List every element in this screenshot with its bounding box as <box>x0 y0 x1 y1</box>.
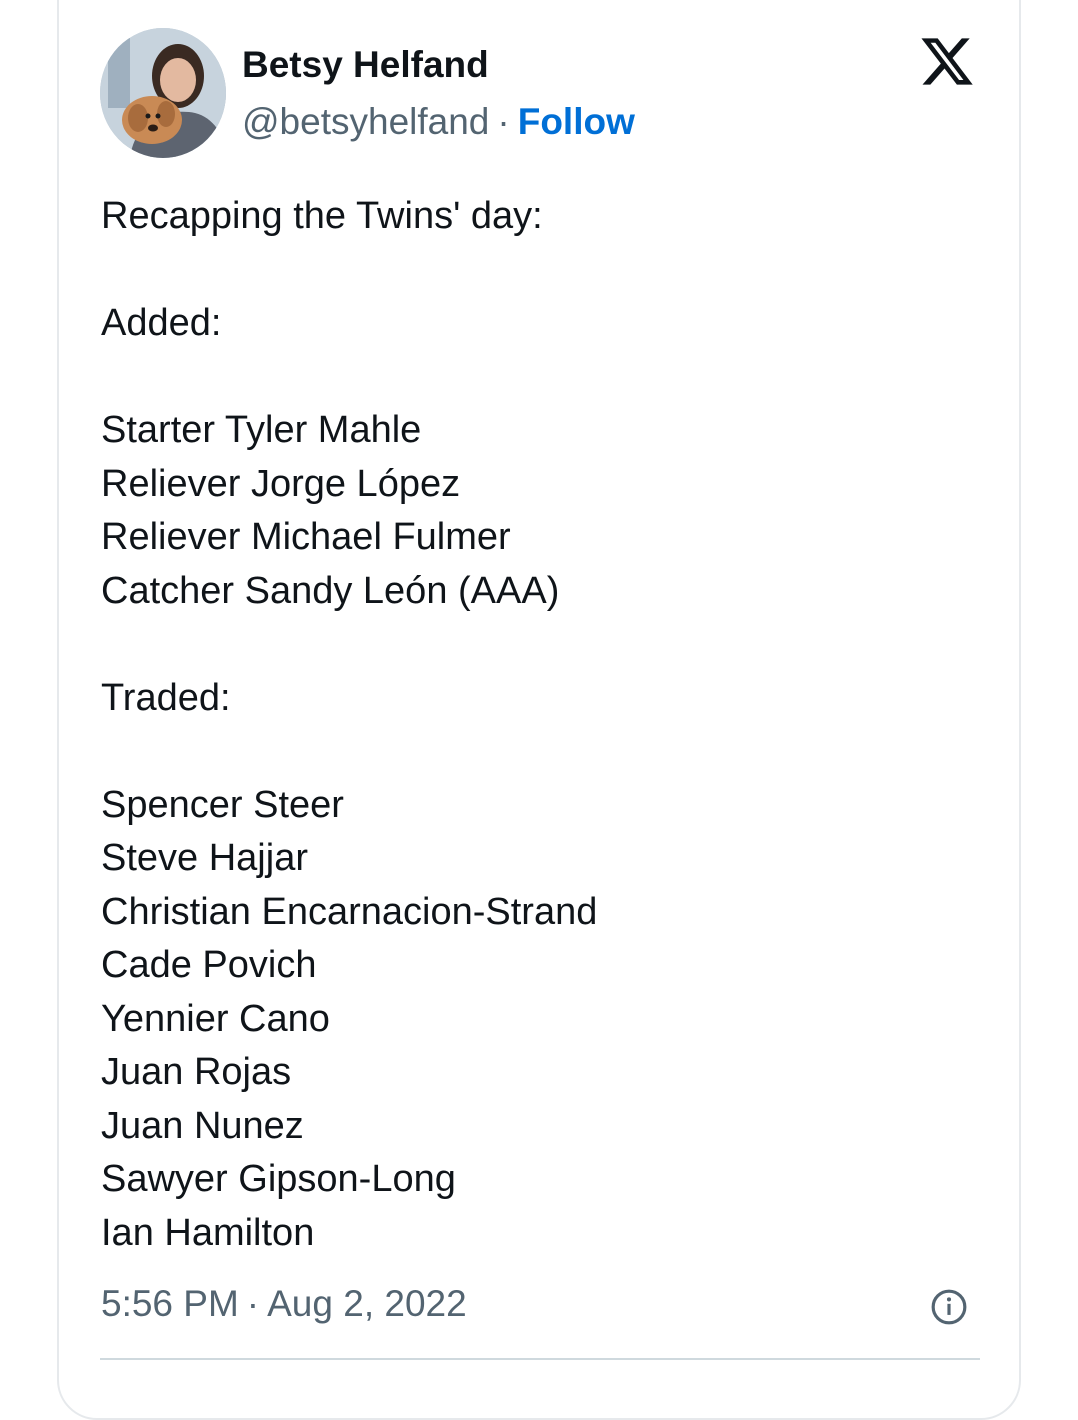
traded-item: Spencer Steer <box>101 783 344 826</box>
follow-button[interactable]: Follow <box>518 101 635 142</box>
author-name[interactable]: Betsy Helfand <box>242 44 489 86</box>
timestamp-separator: · <box>246 1283 260 1324</box>
tweet-text: Recapping the Twins' day: Added: Starter… <box>101 190 981 1260</box>
divider <box>100 1358 980 1360</box>
traded-item: Yennier Cano <box>101 997 330 1040</box>
traded-item: Juan Rojas <box>101 1051 292 1093</box>
traded-item: Cade Povich <box>101 944 317 986</box>
traded-item: Sawyer Gipson-Long <box>101 1158 456 1200</box>
tweet-intro: Recapping the Twins' day: <box>101 195 543 237</box>
info-circle-icon[interactable] <box>930 1288 968 1326</box>
traded-item: Juan Nunez <box>101 1104 304 1147</box>
tweet-timestamp[interactable]: 5:56 PM · Aug 2, 2022 <box>101 1283 467 1325</box>
added-item: Catcher Sandy León (AAA) <box>101 569 560 612</box>
author-avatar[interactable] <box>100 28 226 158</box>
x-logo-icon[interactable] <box>918 33 976 90</box>
added-item: Reliever Michael Fulmer <box>101 516 511 558</box>
traded-item: Ian Hamilton <box>101 1211 315 1254</box>
added-item: Starter Tyler Mahle <box>101 409 422 451</box>
traded-item: Christian Encarnacion-Strand <box>101 890 598 933</box>
handle-separator: · <box>497 101 510 142</box>
author-handle[interactable]: @betsyhelfand <box>242 101 489 142</box>
author-handle-line: @betsyhelfand · Follow <box>242 101 635 143</box>
tweet-date[interactable]: Aug 2, 2022 <box>267 1283 467 1324</box>
traded-item: Steve Hajjar <box>101 837 308 879</box>
avatar-photo-icon <box>100 28 226 158</box>
tweet-time[interactable]: 5:56 PM <box>101 1283 239 1324</box>
added-item: Reliever Jorge López <box>101 462 461 505</box>
traded-heading: Traded: <box>101 676 231 719</box>
added-heading: Added: <box>101 302 222 344</box>
